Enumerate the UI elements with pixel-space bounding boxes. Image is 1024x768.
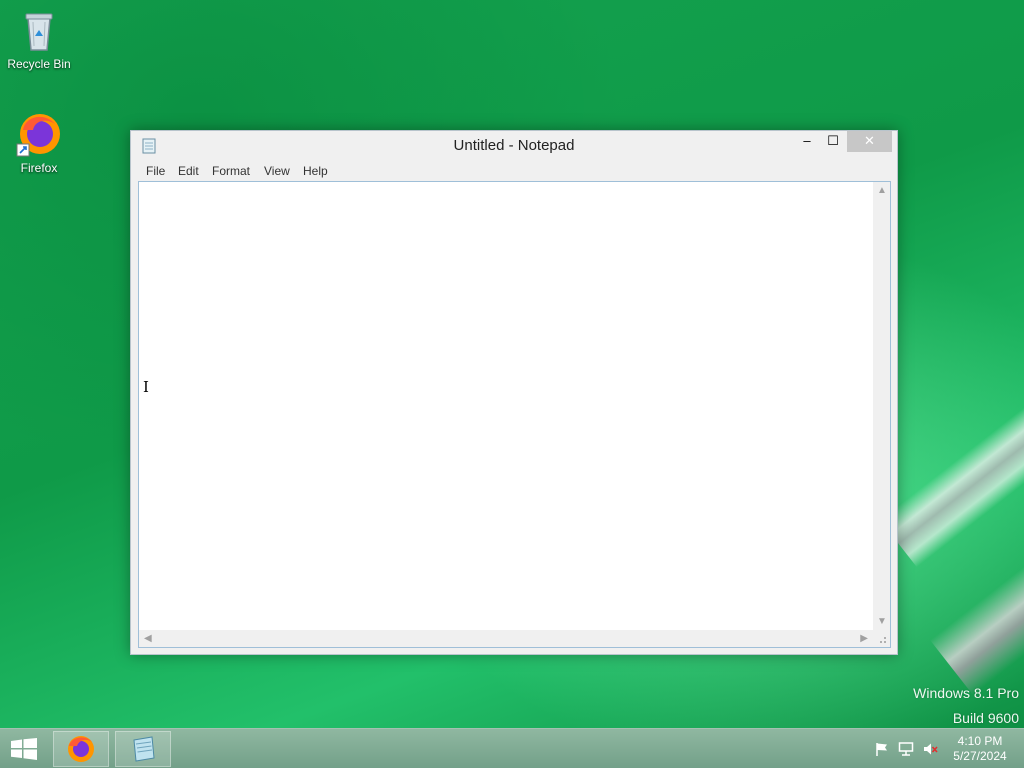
notepad-icon (133, 736, 155, 762)
recycle-bin-icon (15, 6, 63, 54)
notepad-window[interactable]: Untitled - Notepad – ☐ ✕ File Edit Forma… (130, 130, 898, 655)
menu-edit[interactable]: Edit (178, 164, 199, 178)
close-button[interactable]: ✕ (847, 131, 892, 152)
text-cursor-icon: I (143, 378, 149, 396)
desktop-icon-firefox[interactable]: Firefox (1, 110, 77, 175)
desktop-icon-label: Firefox (20, 161, 58, 175)
editor-content[interactable] (139, 182, 873, 630)
clock-date: 5/27/2024 (953, 749, 1007, 763)
firefox-icon (68, 736, 94, 762)
menu-help[interactable]: Help (303, 164, 328, 178)
firefox-icon (15, 110, 63, 158)
menu-view[interactable]: View (264, 164, 290, 178)
text-editor[interactable]: I ▲ ▼ ◀ ▶ (138, 181, 891, 648)
minimize-button[interactable]: – (794, 131, 820, 152)
resize-grip-icon[interactable] (873, 630, 890, 647)
scroll-right-icon[interactable]: ▶ (860, 633, 868, 644)
system-clock[interactable]: 4:10 PM 5/27/2024 (946, 734, 1014, 764)
network-icon[interactable] (898, 741, 914, 757)
action-center-flag-icon[interactable] (874, 741, 890, 757)
taskbar-app-firefox[interactable] (53, 731, 109, 767)
volume-muted-icon[interactable] (922, 741, 938, 757)
watermark-edition: Windows 8.1 Pro (913, 685, 1019, 701)
start-button[interactable] (10, 738, 38, 760)
scroll-left-icon[interactable]: ◀ (144, 633, 152, 644)
window-title: Untitled - Notepad (453, 137, 575, 154)
maximize-button[interactable]: ☐ (820, 131, 846, 152)
scroll-down-icon[interactable]: ▼ (877, 616, 887, 627)
wallpaper-streak (880, 212, 1024, 568)
menu-format[interactable]: Format (212, 164, 250, 178)
taskbar: 4:10 PM 5/27/2024 (0, 728, 1024, 768)
desktop-icon-recycle-bin[interactable]: Recycle Bin (1, 6, 77, 71)
horizontal-scrollbar[interactable]: ◀ ▶ (139, 630, 873, 647)
title-bar[interactable]: Untitled - Notepad – ☐ ✕ (131, 131, 897, 161)
taskbar-app-notepad[interactable] (115, 731, 171, 767)
clock-time: 4:10 PM (957, 734, 1003, 748)
menu-file[interactable]: File (146, 164, 165, 178)
scroll-up-icon[interactable]: ▲ (877, 185, 887, 196)
vertical-scrollbar[interactable]: ▲ ▼ (873, 182, 890, 630)
desktop-icon-label: Recycle Bin (7, 57, 71, 71)
watermark-build: Build 9600 (952, 710, 1019, 726)
